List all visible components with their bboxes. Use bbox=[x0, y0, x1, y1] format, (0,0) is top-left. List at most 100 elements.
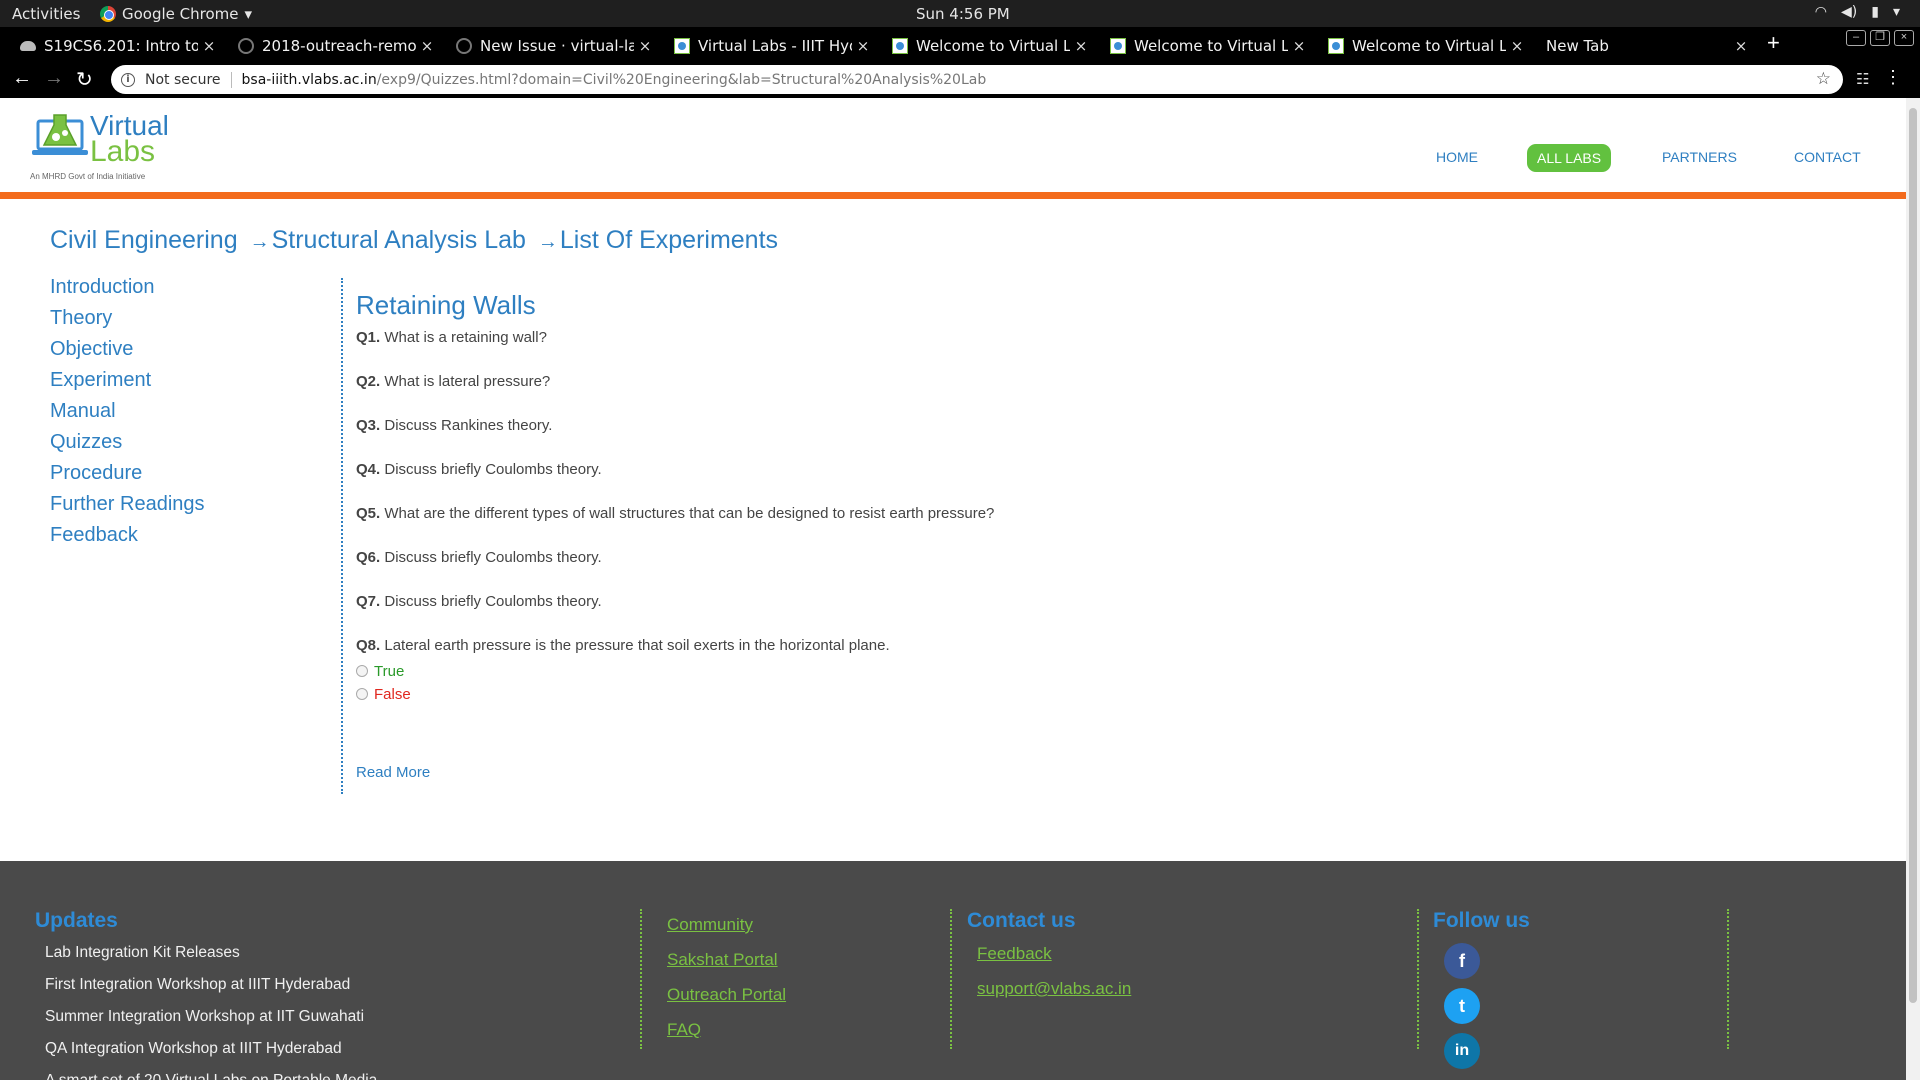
breadcrumb-lab[interactable]: Structural Analysis Lab bbox=[272, 226, 526, 254]
tab-title: Virtual Labs - IIIT Hyder bbox=[698, 37, 852, 55]
nav-partners[interactable]: PARTNERS bbox=[1662, 149, 1737, 165]
browser-tab-active[interactable]: New Tab × bbox=[1534, 31, 1752, 61]
quiz-question: Q2. What is lateral pressure? bbox=[356, 373, 1856, 417]
answer-option-true[interactable]: True bbox=[356, 660, 1856, 683]
close-icon[interactable]: × bbox=[198, 37, 220, 55]
answer-option-false[interactable]: False bbox=[356, 683, 1856, 706]
close-window-icon[interactable]: × bbox=[1894, 30, 1914, 46]
page-scrollbar[interactable] bbox=[1906, 98, 1920, 1080]
sidebar-item-manual[interactable]: Manual bbox=[50, 398, 205, 429]
sidebar-item-theory[interactable]: Theory bbox=[50, 305, 205, 336]
facebook-icon[interactable]: f bbox=[1444, 943, 1480, 979]
clock[interactable]: Sun 4:56 PM bbox=[916, 5, 1010, 23]
tab-title: Welcome to Virtual Lab bbox=[916, 37, 1070, 55]
battery-icon: ▮ bbox=[1871, 4, 1879, 20]
url-host: bsa-iiith.vlabs.ac.in bbox=[241, 71, 377, 88]
bookmark-star-icon[interactable]: ☆ bbox=[1816, 69, 1831, 89]
question-number: Q1. bbox=[356, 329, 381, 346]
security-label[interactable]: Not secure bbox=[145, 72, 221, 88]
back-icon[interactable]: ← bbox=[12, 67, 32, 90]
forward-icon[interactable]: → bbox=[44, 67, 64, 90]
tab-title: Welcome to Virtual Lab bbox=[1352, 37, 1506, 55]
radio-button[interactable] bbox=[356, 687, 368, 700]
extension-icon[interactable]: ☷ bbox=[1856, 70, 1874, 88]
sidebar-item-quizzes[interactable]: Quizzes bbox=[50, 429, 205, 460]
breadcrumb-page[interactable]: List Of Experiments bbox=[560, 226, 778, 254]
question-text: Discuss briefly Coulombs theory. bbox=[380, 593, 602, 610]
update-item[interactable]: Lab Integration Kit Releases bbox=[35, 943, 377, 975]
site-footer: Updates Lab Integration Kit Releases Fir… bbox=[0, 861, 1906, 1080]
info-icon[interactable]: i bbox=[121, 72, 135, 87]
close-icon[interactable]: × bbox=[1070, 37, 1092, 55]
sakshat-portal-link[interactable]: Sakshat Portal bbox=[667, 949, 786, 984]
question-number: Q7. bbox=[356, 593, 381, 610]
read-more-link[interactable]: Read More bbox=[356, 764, 430, 781]
kebab-menu-icon[interactable]: ⋮ bbox=[1884, 67, 1902, 88]
footer-divider bbox=[1727, 909, 1729, 1049]
question-number: Q4. bbox=[356, 461, 381, 478]
update-item[interactable]: First Integration Workshop at IIIT Hyder… bbox=[35, 975, 377, 1007]
update-item[interactable]: Summer Integration Workshop at IIT Guwah… bbox=[35, 1007, 377, 1039]
question-number: Q5. bbox=[356, 505, 381, 522]
tab-title: New Tab bbox=[1546, 37, 1609, 55]
github-icon bbox=[238, 38, 254, 54]
quiz-question: Q4. Discuss briefly Coulombs theory. bbox=[356, 461, 1856, 505]
outreach-portal-link[interactable]: Outreach Portal bbox=[667, 984, 786, 1019]
breadcrumb: Civil Engineering → Structural Analysis La… bbox=[50, 226, 778, 255]
faq-link[interactable]: FAQ bbox=[667, 1019, 786, 1054]
close-icon[interactable]: × bbox=[1288, 37, 1310, 55]
sidebar-divider bbox=[341, 278, 343, 794]
cloud-icon bbox=[20, 41, 36, 51]
update-item[interactable]: A smart set of 20 Virtual Labs on Portab… bbox=[35, 1071, 377, 1080]
system-tray[interactable]: ◠ ◀) ▮ ▾ bbox=[1815, 4, 1900, 20]
close-icon[interactable]: × bbox=[1506, 37, 1528, 55]
quiz-question: Q1. What is a retaining wall? bbox=[356, 329, 1856, 373]
app-menu[interactable]: Google Chrome ▾ bbox=[100, 5, 252, 23]
close-icon[interactable]: × bbox=[1730, 37, 1752, 55]
sidebar-item-introduction[interactable]: Introduction bbox=[50, 274, 205, 305]
footer-updates: Updates Lab Integration Kit Releases Fir… bbox=[35, 909, 377, 1080]
browser-tab[interactable]: 2018-outreach-remote × bbox=[226, 31, 438, 61]
breadcrumb-separator: → bbox=[537, 231, 558, 253]
sidebar-item-objective[interactable]: Objective bbox=[50, 336, 205, 367]
linkedin-icon[interactable]: in bbox=[1444, 1033, 1480, 1069]
community-link[interactable]: Community bbox=[667, 914, 786, 949]
sidebar-item-further-readings[interactable]: Further Readings bbox=[50, 491, 205, 522]
radio-button[interactable] bbox=[356, 664, 368, 677]
wifi-icon: ◠ bbox=[1814, 4, 1828, 20]
support-email-link[interactable]: support@vlabs.ac.in bbox=[977, 978, 1131, 1013]
nav-contact[interactable]: CONTACT bbox=[1794, 149, 1861, 165]
browser-tab[interactable]: Welcome to Virtual Lab × bbox=[1316, 31, 1528, 61]
nav-all-labs[interactable]: ALL LABS bbox=[1527, 144, 1612, 172]
question-text: Discuss Rankines theory. bbox=[380, 417, 553, 434]
question-text: What is lateral pressure? bbox=[380, 373, 551, 390]
footer-divider bbox=[640, 909, 642, 1049]
activities-button[interactable]: Activities bbox=[12, 5, 80, 23]
reload-icon[interactable]: ↻ bbox=[76, 67, 93, 92]
sidebar-item-feedback[interactable]: Feedback bbox=[50, 522, 205, 553]
twitter-icon[interactable]: t bbox=[1444, 988, 1480, 1024]
vlabs-icon bbox=[892, 38, 908, 54]
browser-tab[interactable]: Welcome to Virtual Lab × bbox=[1098, 31, 1310, 61]
browser-tab[interactable]: New Issue · virtual-labs × bbox=[444, 31, 656, 61]
update-item[interactable]: QA Integration Workshop at IIIT Hyderaba… bbox=[35, 1039, 377, 1071]
browser-tab[interactable]: Welcome to Virtual Lab × bbox=[880, 31, 1092, 61]
browser-tab[interactable]: Virtual Labs - IIIT Hyder × bbox=[662, 31, 874, 61]
breadcrumb-domain[interactable]: Civil Engineering bbox=[50, 226, 238, 254]
restore-icon[interactable]: ❐ bbox=[1870, 30, 1890, 46]
scrollbar-thumb[interactable] bbox=[1909, 108, 1917, 1003]
sidebar-item-procedure[interactable]: Procedure bbox=[50, 460, 205, 491]
close-icon[interactable]: × bbox=[634, 37, 656, 55]
close-icon[interactable]: × bbox=[852, 37, 874, 55]
minimize-icon[interactable]: – bbox=[1846, 30, 1866, 46]
feedback-link[interactable]: Feedback bbox=[977, 943, 1131, 978]
nav-home[interactable]: HOME bbox=[1436, 149, 1478, 165]
address-bar[interactable]: i Not secure bsa-iiith.vlabs.ac.in/exp9/… bbox=[111, 65, 1843, 94]
new-tab-button[interactable]: + bbox=[1767, 30, 1780, 56]
question-text: Discuss briefly Coulombs theory. bbox=[380, 461, 602, 478]
url-path: /exp9/Quizzes.html?domain=Civil%20Engine… bbox=[376, 71, 987, 88]
sidebar-item-experiment[interactable]: Experiment bbox=[50, 367, 205, 398]
caret-down-icon: ▾ bbox=[244, 5, 253, 23]
close-icon[interactable]: × bbox=[416, 37, 438, 55]
browser-tab[interactable]: S19CS6.201: Intro to Ag × bbox=[8, 31, 220, 61]
